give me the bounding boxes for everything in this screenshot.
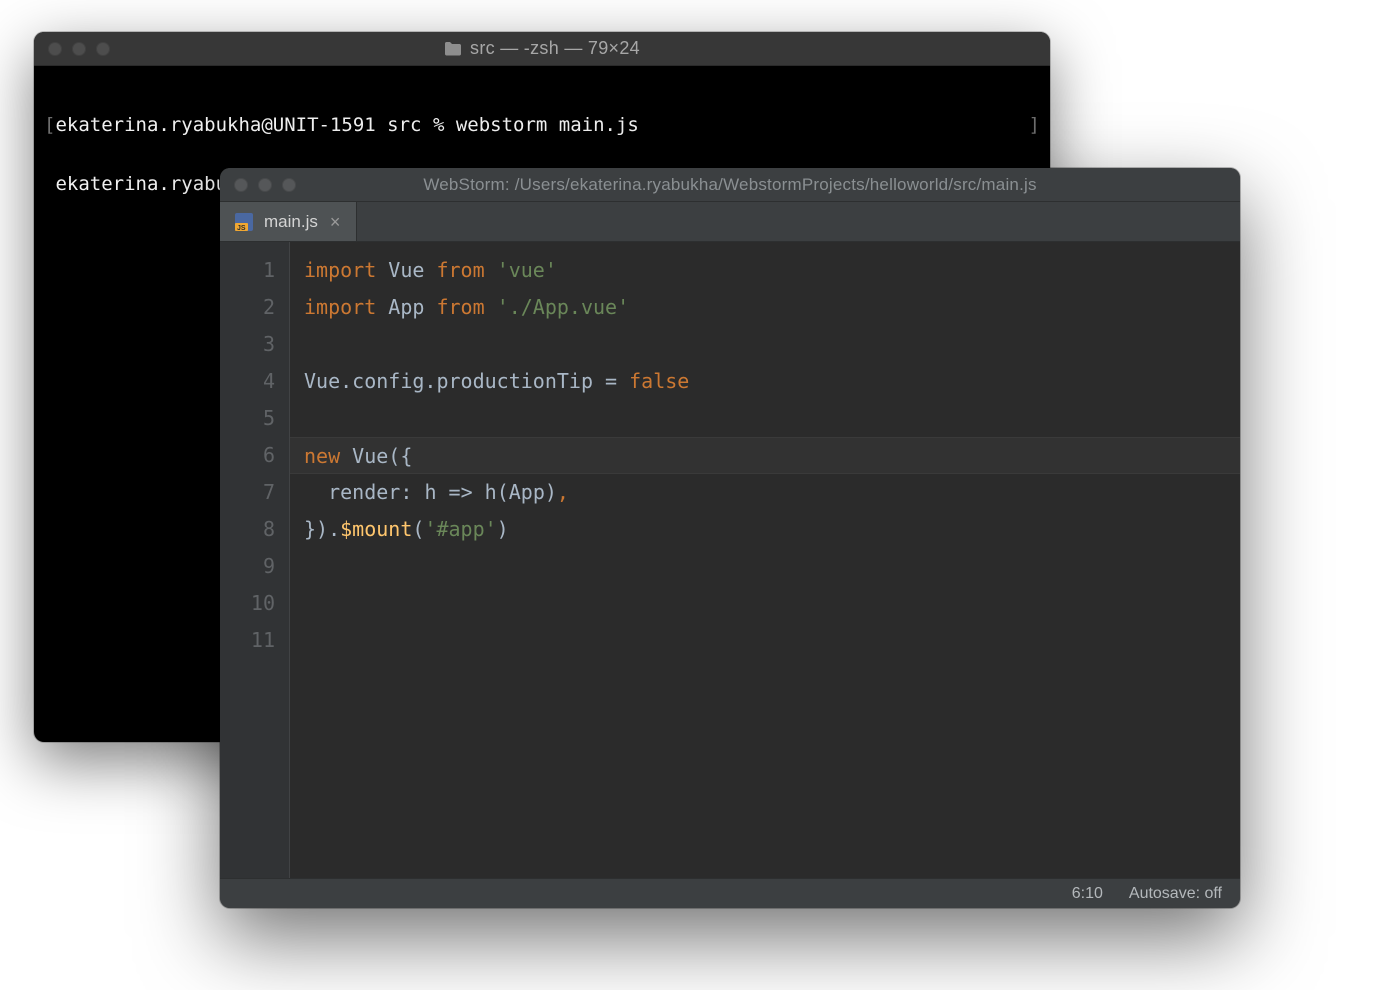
window-minimize-button[interactable]	[72, 42, 86, 56]
terminal-prompt: ekaterina.ryabukha@UNIT-1591 src %	[55, 114, 455, 136]
code-line	[304, 622, 1240, 659]
ide-traffic-lights	[220, 178, 296, 192]
editor-tab-label: main.js	[264, 212, 318, 232]
editor-gutter: 1 2 3 4 5 6 7 8 9 10 11	[220, 242, 290, 878]
editor-tab-mainjs[interactable]: JS main.js ×	[220, 202, 357, 241]
code-line	[304, 548, 1240, 585]
terminal-command: webstorm main.js	[456, 114, 639, 136]
code-line: }).$mount('#app')	[304, 511, 1240, 548]
line-number: 9	[220, 548, 275, 585]
line-number: 8	[220, 511, 275, 548]
ide-window: WebStorm: /Users/ekaterina.ryabukha/Webs…	[220, 168, 1240, 908]
terminal-bracket: [	[44, 114, 55, 136]
code-line	[304, 400, 1240, 437]
line-number: 10	[220, 585, 275, 622]
window-zoom-button[interactable]	[96, 42, 110, 56]
line-number: 1	[220, 252, 275, 289]
ide-title: WebStorm: /Users/ekaterina.ryabukha/Webs…	[220, 175, 1240, 195]
terminal-bracket	[44, 173, 55, 195]
editor-area[interactable]: 1 2 3 4 5 6 7 8 9 10 11 import Vue from …	[220, 242, 1240, 878]
line-number: 6	[220, 437, 275, 474]
code-line	[304, 326, 1240, 363]
line-number: 3	[220, 326, 275, 363]
code-line: import App from './App.vue'	[304, 289, 1240, 326]
line-number: 2	[220, 289, 275, 326]
terminal-traffic-lights	[34, 42, 110, 56]
line-number: 4	[220, 363, 275, 400]
ide-tabbar: JS main.js ×	[220, 202, 1240, 242]
window-close-button[interactable]	[48, 42, 62, 56]
ide-statusbar: 6:10 Autosave: off	[220, 878, 1240, 908]
js-file-icon: JS	[234, 212, 254, 232]
window-zoom-button[interactable]	[282, 178, 296, 192]
editor-code[interactable]: import Vue from 'vue' import App from '.…	[290, 242, 1240, 878]
line-number: 5	[220, 400, 275, 437]
code-line: render: h => h(App),	[304, 474, 1240, 511]
terminal-line: [ekaterina.ryabukha@UNIT-1591 src % webs…	[44, 111, 1040, 140]
autosave-status[interactable]: Autosave: off	[1129, 885, 1222, 903]
terminal-title-wrap: src — -zsh — 79×24	[34, 38, 1050, 59]
code-line	[304, 585, 1240, 622]
code-line: import Vue from 'vue'	[304, 252, 1240, 289]
code-line-current: new Vue({	[290, 437, 1240, 474]
terminal-title: src — -zsh — 79×24	[470, 38, 640, 59]
cursor-position[interactable]: 6:10	[1072, 885, 1103, 903]
folder-icon	[444, 41, 462, 56]
line-number: 7	[220, 474, 275, 511]
ide-titlebar: WebStorm: /Users/ekaterina.ryabukha/Webs…	[220, 168, 1240, 202]
window-minimize-button[interactable]	[258, 178, 272, 192]
code-line: Vue.config.productionTip = false	[304, 363, 1240, 400]
close-tab-icon[interactable]: ×	[328, 213, 343, 231]
terminal-titlebar: src — -zsh — 79×24	[34, 32, 1050, 66]
svg-text:JS: JS	[237, 225, 246, 232]
window-close-button[interactable]	[234, 178, 248, 192]
line-number: 11	[220, 622, 275, 659]
terminal-bracket: ]	[1029, 111, 1040, 140]
